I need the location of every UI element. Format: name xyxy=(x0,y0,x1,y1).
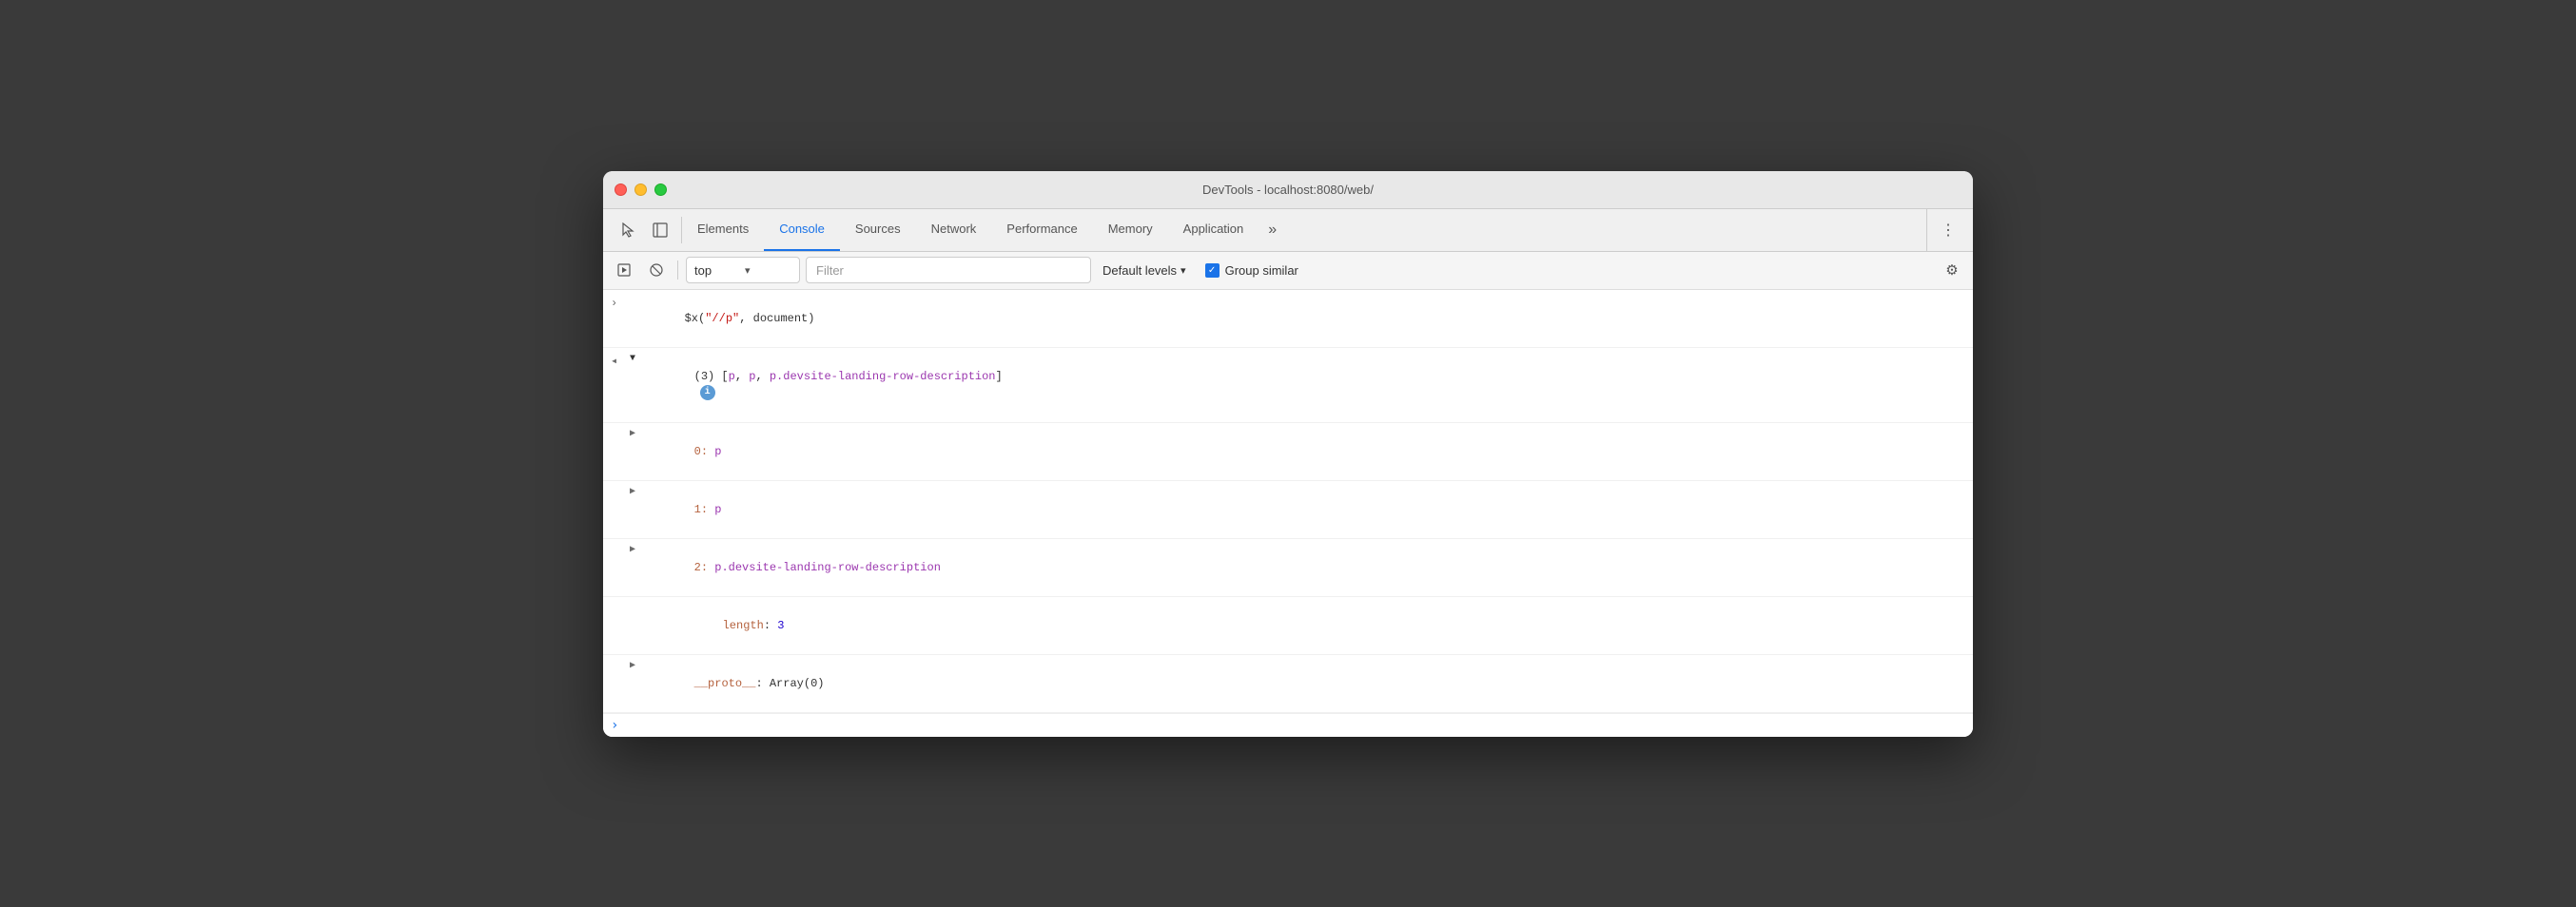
tab-bar-icons xyxy=(607,209,681,251)
panel-icon-button[interactable] xyxy=(647,217,673,243)
tab-console[interactable]: Console xyxy=(764,209,840,251)
filter-input[interactable] xyxy=(806,257,1091,283)
tab-memory[interactable]: Memory xyxy=(1093,209,1168,251)
window-title: DevTools - localhost:8080/web/ xyxy=(1202,183,1374,197)
maximize-button[interactable] xyxy=(654,183,667,196)
settings-gear-button[interactable]: ⚙ xyxy=(1939,257,1965,283)
execute-icon xyxy=(617,263,631,277)
toolbar-right: ⚙ xyxy=(1939,257,1965,283)
console-output-array-text: (3) [p, p, p.devsite-landing-row-descrip… xyxy=(639,351,1965,419)
tab-sources[interactable]: Sources xyxy=(840,209,916,251)
console-cursor: › xyxy=(611,718,618,733)
console-new-input-line[interactable]: › xyxy=(603,713,1973,737)
tab-overflow-button[interactable]: » xyxy=(1259,209,1286,251)
toolbar-separator-1 xyxy=(677,261,678,280)
devtools-menu-button[interactable]: ⋮ xyxy=(1935,217,1961,243)
default-levels-button[interactable]: Default levels ▾ xyxy=(1097,257,1192,283)
clear-console-button[interactable] xyxy=(643,257,670,283)
output-arrow: ◂ xyxy=(611,351,630,370)
block-icon xyxy=(650,263,663,277)
execute-context-button[interactable] xyxy=(611,257,637,283)
console-property-2-text: 2: p.devsite-landing-row-description xyxy=(639,542,1965,593)
minimize-button[interactable] xyxy=(634,183,647,196)
group-similar-label: Group similar xyxy=(1225,263,1298,278)
console-property-0-text: 0: p xyxy=(639,426,1965,477)
console-input-line: › $x("//p", document) xyxy=(603,290,1973,348)
group-similar-checkbox[interactable]: ✓ xyxy=(1205,263,1220,278)
console-property-proto-text: __proto__: Array(0) xyxy=(639,658,1965,709)
cursor-icon-button[interactable] xyxy=(615,217,641,243)
console-input-text: $x("//p", document) xyxy=(630,293,1965,344)
tab-network[interactable]: Network xyxy=(916,209,992,251)
tab-bar-right: ⋮ xyxy=(1926,209,1969,251)
cursor-icon xyxy=(620,222,635,238)
expand-triangle-1[interactable]: ▶ xyxy=(630,484,635,501)
console-toolbar: top ▾ Default levels ▾ ✓ Group similar ⚙ xyxy=(603,252,1973,290)
tab-performance[interactable]: Performance xyxy=(991,209,1092,251)
expand-triangle-array[interactable]: ▼ xyxy=(630,351,635,368)
tab-bar: Elements Console Sources Network Perform… xyxy=(603,209,1973,252)
console-property-1-text: 1: p xyxy=(639,484,1965,535)
title-bar: DevTools - localhost:8080/web/ xyxy=(603,171,1973,209)
tab-application[interactable]: Application xyxy=(1168,209,1259,251)
console-property-length-text: length: 3 xyxy=(653,600,1965,651)
console-output-array-header: ◂ ▼ (3) [p, p, p.devsite-landing-row-des… xyxy=(603,348,1973,423)
console-property-proto: ▶ __proto__: Array(0) xyxy=(603,655,1973,713)
close-button[interactable] xyxy=(615,183,627,196)
tabs-container: Elements Console Sources Network Perform… xyxy=(682,209,1926,251)
context-selector[interactable]: top ▾ xyxy=(686,257,800,283)
expand-triangle-proto[interactable]: ▶ xyxy=(630,658,635,675)
panel-icon xyxy=(653,222,668,238)
traffic-lights xyxy=(615,183,667,196)
console-property-0: ▶ 0: p xyxy=(603,423,1973,481)
input-prompt: › xyxy=(611,293,630,312)
console-property-1: ▶ 1: p xyxy=(603,481,1973,539)
group-similar-area: ✓ Group similar xyxy=(1205,263,1298,278)
tab-elements[interactable]: Elements xyxy=(682,209,764,251)
console-property-length: length: 3 xyxy=(603,597,1973,655)
console-content: › $x("//p", document) ◂ ▼ (3) [p, p, p.d… xyxy=(603,290,1973,737)
expand-triangle-0[interactable]: ▶ xyxy=(630,426,635,443)
expand-triangle-2[interactable]: ▶ xyxy=(630,542,635,559)
devtools-window: DevTools - localhost:8080/web/ Elements xyxy=(603,171,1973,737)
info-badge[interactable]: i xyxy=(700,385,715,400)
console-property-2: ▶ 2: p.devsite-landing-row-description xyxy=(603,539,1973,597)
